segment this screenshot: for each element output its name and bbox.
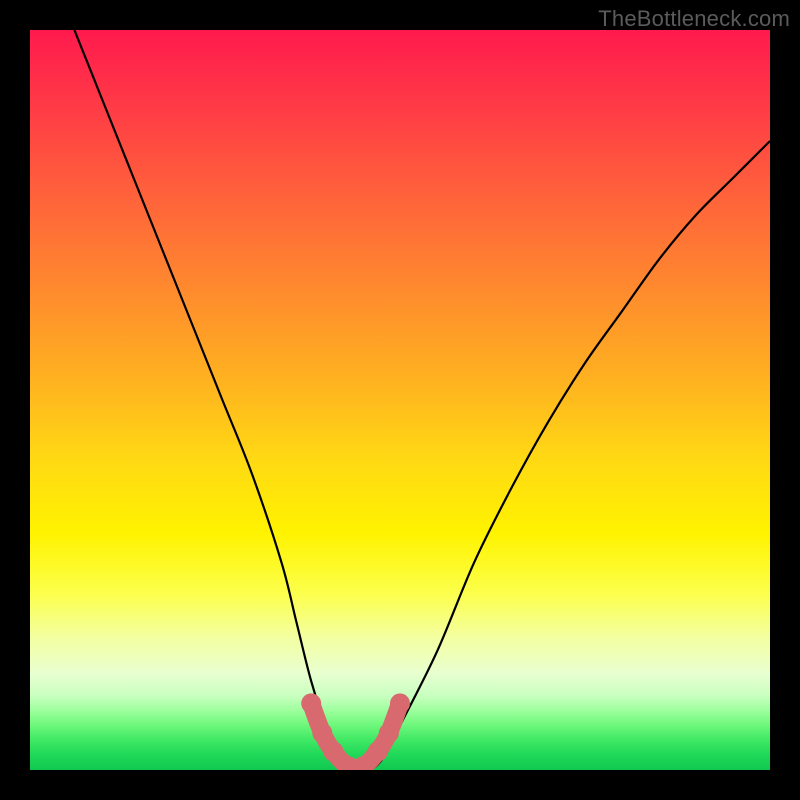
watermark-text: TheBottleneck.com <box>598 6 790 32</box>
marker-dot <box>301 693 321 713</box>
bottleneck-curve-line <box>74 30 770 770</box>
chart-plot-area <box>30 30 770 770</box>
flat-bottom-marker-dots <box>301 693 410 770</box>
marker-dot <box>368 742 388 762</box>
marker-dot <box>379 723 399 743</box>
marker-dot <box>390 693 410 713</box>
marker-dot <box>323 742 343 762</box>
bottleneck-chart <box>30 30 770 770</box>
marker-dot <box>312 723 332 743</box>
